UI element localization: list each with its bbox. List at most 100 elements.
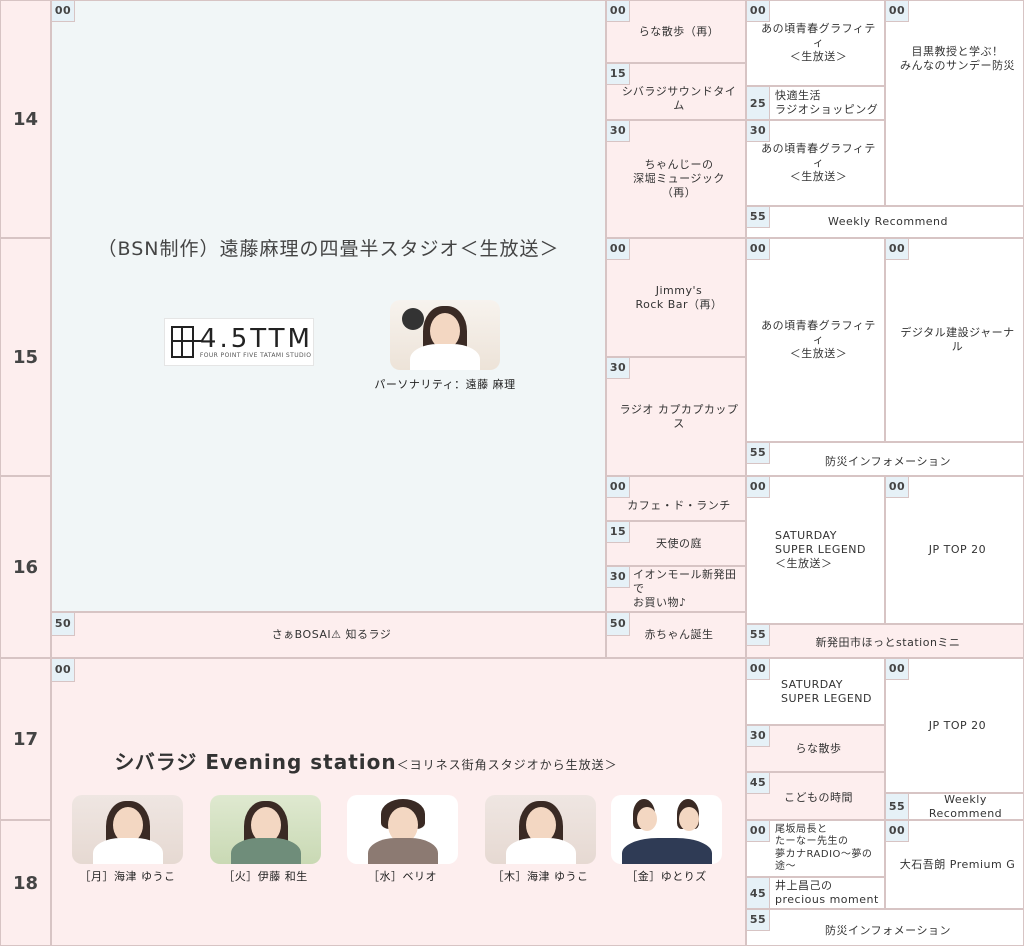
program-title: デジタル建設ジャーナル xyxy=(900,326,1015,353)
program-saa-bosai[interactable]: 50 さぁBOSAI⚠ 知るラジ xyxy=(51,612,606,658)
start-minute: 55 xyxy=(747,207,770,228)
program-shibaraji-sound-time[interactable]: 15 シバラジサウンドタイム xyxy=(606,63,746,120)
program-osaka-yume[interactable]: 00 尾坂局長と たーなー先生の 夢カナRADIO〜夢の途〜 xyxy=(746,820,885,877)
program-shibata-hotto[interactable]: 55 新発田市ほっとstationミニ xyxy=(746,624,1024,658)
start-minute: 30 xyxy=(607,567,630,588)
program-title: JP TOP 20 xyxy=(928,718,987,732)
evening-station-title: シバラジ Evening station＜ヨリネス街角スタジオから生放送＞ xyxy=(114,750,618,774)
program-title: 赤ちゃん誕生 xyxy=(644,628,714,642)
program-schedule-grid: 14 15 16 17 18 00 （BSN制作）遠藤麻理の四畳半スタジオ＜生放… xyxy=(0,0,1024,946)
start-minute: 00 xyxy=(886,1,909,22)
host-photo-mon xyxy=(72,795,183,864)
program-title: Weekly Recommend xyxy=(928,793,1003,820)
program-title: SATURDAY SUPER LEGEND ＜生放送＞ xyxy=(775,529,867,570)
host-caption-thu: ［木］海津 ゆうこ xyxy=(492,870,589,883)
start-minute: 55 xyxy=(747,625,770,646)
start-minute: 30 xyxy=(747,121,770,142)
program-meguro-bosai[interactable]: 00 目黒教授と学ぶ！ みんなのサンデー防災 xyxy=(885,0,1024,206)
program-title: カフェ・ド・ランチ xyxy=(627,498,731,512)
start-minute: 45 xyxy=(747,878,770,908)
personality-caption: パーソナリティ：遠藤 麻理 xyxy=(374,378,516,391)
program-title: 防災インフォメーション xyxy=(825,455,951,469)
4-5ttm-logo: 4.5TTM FOUR POINT FIVE TATAMI STUDIO xyxy=(164,318,314,366)
program-bosai-info-2[interactable]: 55 防災インフォメーション xyxy=(746,909,1024,946)
host-caption-tue: ［火］伊藤 和生 xyxy=(223,870,308,883)
program-weekly-recommend-2[interactable]: 55 Weekly Recommend xyxy=(885,793,1024,820)
start-minute: 55 xyxy=(747,910,770,931)
program-title: JP TOP 20 xyxy=(928,543,987,557)
program-title: こどもの時間 xyxy=(784,791,853,805)
program-radio-kapukapu[interactable]: 30 ラジオ カプカプカップス xyxy=(606,357,746,476)
start-minute: 00 xyxy=(747,239,770,260)
program-jp-top20-1[interactable]: 00 JP TOP 20 xyxy=(885,476,1024,624)
program-4-5ttm[interactable]: 00 xyxy=(51,0,606,612)
host-photo-wed xyxy=(347,795,458,864)
host-caption-wed: ［水］ベリオ xyxy=(368,870,437,883)
program-saturday-legend-1[interactable]: 00 SATURDAY SUPER LEGEND ＜生放送＞ xyxy=(746,476,885,624)
program-rana-sanpo-re[interactable]: 00 らな散歩（再） xyxy=(606,0,746,63)
program-title: ちゃんじーの 深堀ミュージック （再） xyxy=(633,158,725,199)
program-title: らな散歩 xyxy=(795,741,842,755)
microphone-icon xyxy=(402,308,424,330)
program-weekly-recommend-1[interactable]: 55 Weekly Recommend xyxy=(746,206,1024,238)
program-anokoro-3[interactable]: 00 あの頃青春グラフィティ ＜生放送＞ xyxy=(746,238,885,442)
logo-text: 4.5TTM xyxy=(199,323,313,354)
program-digital-kensetsu[interactable]: 00 デジタル建設ジャーナル xyxy=(885,238,1024,442)
program-anokoro-1[interactable]: 00 あの頃青春グラフィティ ＜生放送＞ xyxy=(746,0,885,86)
program-title: さぁBOSAI⚠ 知るラジ xyxy=(271,628,392,642)
program-title: 新発田市ほっとstationミニ xyxy=(815,636,961,650)
personality-photo xyxy=(390,300,500,370)
start-minute: 55 xyxy=(747,443,770,464)
program-inoue-precious[interactable]: 45 井上昌己の precious moment xyxy=(746,877,885,909)
start-minute: 00 xyxy=(52,1,75,22)
start-minute: 00 xyxy=(886,477,909,498)
start-minute: 00 xyxy=(886,821,909,842)
hour-label-15: 15 xyxy=(0,238,51,476)
program-title: 大石吾朗 Premium G xyxy=(899,857,1016,871)
program-kaiteki-seikatsu[interactable]: 25 快適生活 ラジオショッピング xyxy=(746,86,885,120)
program-akachan-tanjo[interactable]: 50 赤ちゃん誕生 xyxy=(606,612,746,658)
program-bosai-info-1[interactable]: 55 防災インフォメーション xyxy=(746,442,1024,476)
program-rana-sanpo[interactable]: 30 らな散歩 xyxy=(746,725,885,772)
start-minute: 50 xyxy=(607,613,630,636)
program-tenshi-no-niwa[interactable]: 15 天使の庭 xyxy=(606,521,746,566)
program-aeon-mall[interactable]: 30 イオンモール新発田で お買い物♪ xyxy=(606,566,746,612)
program-saturday-legend-2[interactable]: 00 SATURDAY SUPER LEGEND xyxy=(746,658,885,725)
program-title: Jimmy's Rock Bar（再） xyxy=(635,283,723,311)
host-photo-tue xyxy=(210,795,321,864)
program-chanji-music[interactable]: 30 ちゃんじーの 深堀ミュージック （再） xyxy=(606,120,746,238)
start-minute: 00 xyxy=(886,239,909,260)
program-cafe-de-lunch[interactable]: 00 カフェ・ド・ランチ xyxy=(606,476,746,521)
start-minute: 30 xyxy=(607,358,630,379)
start-minute: 30 xyxy=(607,121,630,142)
program-kodomo-jikan[interactable]: 45 こどもの時間 xyxy=(746,772,885,820)
program-title: イオンモール新発田で お買い物♪ xyxy=(633,568,737,609)
program-title: あの頃青春グラフィティ ＜生放送＞ xyxy=(761,22,876,63)
start-minute: 00 xyxy=(886,659,909,680)
host-photo-thu xyxy=(485,795,596,864)
start-minute: 15 xyxy=(607,64,630,85)
start-minute: 45 xyxy=(747,773,770,794)
start-minute: 00 xyxy=(607,477,630,498)
host-photo-fri xyxy=(611,795,722,864)
program-jimmys-rock-bar[interactable]: 00 Jimmy's Rock Bar（再） xyxy=(606,238,746,357)
start-minute: 15 xyxy=(607,522,630,543)
program-title: あの頃青春グラフィティ ＜生放送＞ xyxy=(761,319,876,360)
program-jp-top20-2[interactable]: 00 JP TOP 20 xyxy=(885,658,1024,793)
start-minute: 55 xyxy=(886,794,909,819)
program-title: 尾坂局長と たーなー先生の 夢カナRADIO〜夢の途〜 xyxy=(775,823,873,873)
hour-label-16: 16 xyxy=(0,476,51,658)
start-minute: 00 xyxy=(747,1,770,22)
hour-label-17: 17 xyxy=(0,658,51,820)
program-anokoro-2[interactable]: 30 あの頃青春グラフィティ ＜生放送＞ xyxy=(746,120,885,206)
program-oishi-premium[interactable]: 00 大石吾朗 Premium G xyxy=(885,820,1024,909)
hour-label-14: 14 xyxy=(0,0,51,238)
program-title: SATURDAY SUPER LEGEND xyxy=(781,677,873,705)
program-title: 井上昌己の precious moment xyxy=(775,879,879,906)
hour-label-18: 18 xyxy=(0,820,51,946)
start-minute: 00 xyxy=(607,1,630,22)
start-minute: 25 xyxy=(747,87,770,119)
program-title: ラジオ カプカプカップス xyxy=(619,402,739,430)
start-minute: 00 xyxy=(607,239,630,260)
program-title: （BSN制作）遠藤麻理の四畳半スタジオ＜生放送＞ xyxy=(97,238,560,260)
